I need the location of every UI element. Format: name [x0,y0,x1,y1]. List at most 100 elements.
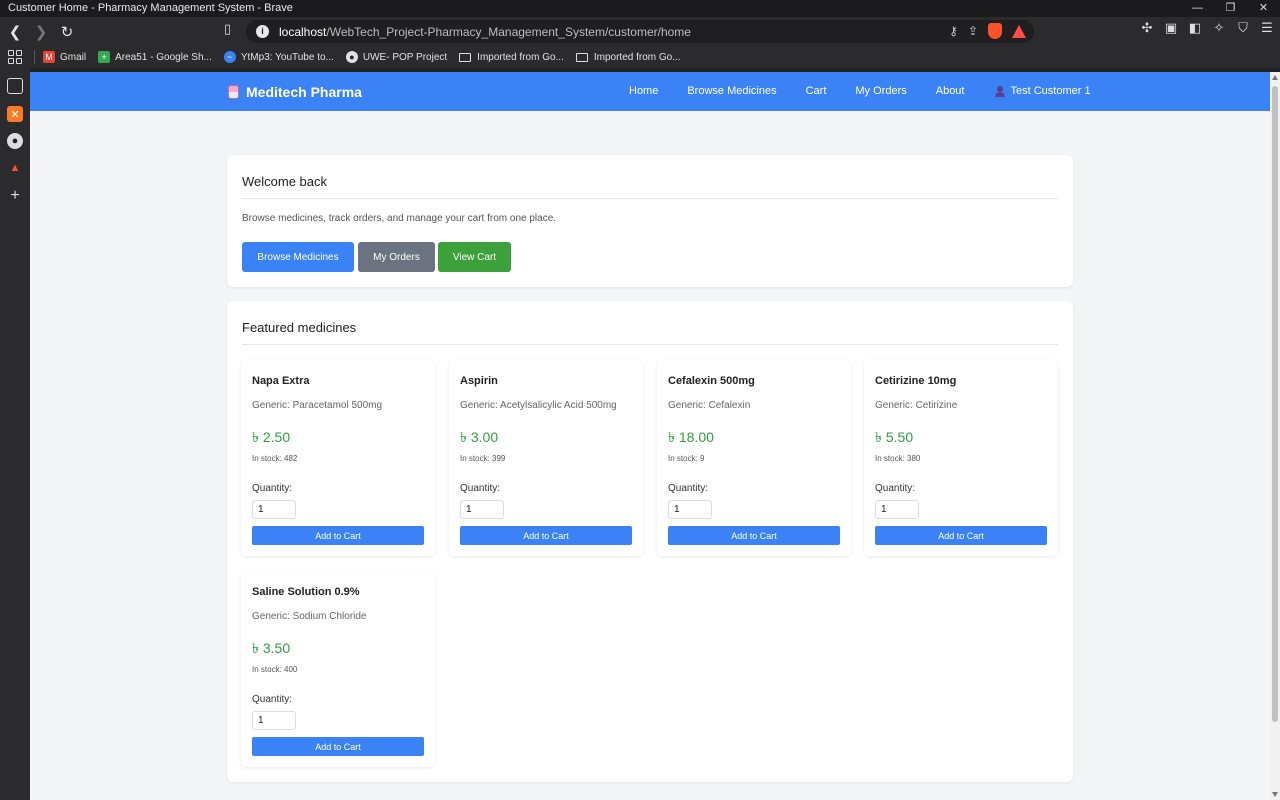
address-bar-actions: ⚷ ⇪ [949,23,1026,39]
add-to-cart-button[interactable]: Add to Cart [875,526,1047,545]
menu-icon[interactable]: ☰ [1260,21,1274,35]
vpn-icon[interactable]: ⛉ [1236,21,1250,35]
browse-medicines-button[interactable]: Browse Medicines [242,242,354,272]
welcome-divider [242,198,1058,199]
nav-home[interactable]: Home [629,85,658,97]
add-to-cart-button[interactable]: Add to Cart [668,526,840,545]
main-nav: Home Browse Medicines Cart My Orders Abo… [629,85,1091,97]
product-generic: Generic: Sodium Chloride [252,611,367,622]
welcome-title: Welcome back [242,174,328,189]
product-stock: In stock: 380 [875,454,921,463]
folder-icon [575,52,588,62]
nav-user-account[interactable]: Test Customer 1 [995,85,1091,97]
quantity-input[interactable] [460,500,504,519]
quantity-label: Quantity: [875,483,916,494]
view-cart-button[interactable]: View Cart [438,242,511,272]
product-price: ৳ 5.50 [875,429,914,445]
featured-divider [242,344,1058,345]
window-title: Customer Home - Pharmacy Management Syst… [8,2,293,14]
my-orders-button[interactable]: My Orders [358,242,435,272]
reload-icon[interactable]: ↻ [56,21,78,43]
product-name: Napa Extra [252,375,310,387]
brave-shields-icon[interactable] [988,23,1002,39]
bookmark-area51[interactable]: + Area51 - Google Sh... [98,51,212,63]
window-controls: — ❐ ✕ [1181,0,1280,17]
minimize-button[interactable]: — [1181,0,1214,17]
brand-name: Meditech Pharma [246,84,362,100]
quantity-label: Quantity: [252,483,293,494]
add-to-cart-button[interactable]: Add to Cart [252,526,424,545]
forward-arrow-icon[interactable]: ❯ [30,21,52,43]
product-stock: In stock: 482 [252,454,298,463]
product-generic: Generic: Acetylsalicylic Acid 500mg [460,400,617,411]
brand-logo[interactable]: Meditech Pharma [228,84,362,100]
url-path: /WebTech_Project-Pharmacy_Management_Sys… [326,24,691,39]
sidebar-toggle-icon[interactable]: ◧ [1188,21,1202,35]
gmail-icon: M [43,51,55,63]
share-icon[interactable]: ⇪ [968,24,978,38]
restore-button[interactable]: ❐ [1214,0,1247,17]
back-arrow-icon[interactable]: ❮ [4,21,26,43]
bookmark-uwe-pop[interactable]: ● UWE- POP Project [345,51,447,63]
quantity-input[interactable] [875,500,919,519]
bookmark-ytmp3[interactable]: ~ YtMp3: YouTube to... [223,51,334,63]
bookmark-page-icon[interactable]: ▯ [224,21,231,37]
bookmark-folder-imported-2[interactable]: Imported from Go... [575,52,681,63]
add-to-cart-button[interactable]: Add to Cart [460,526,632,545]
nav-my-orders[interactable]: My Orders [855,85,906,97]
product-name: Saline Solution 0.9% [252,586,360,598]
nav-browse-medicines[interactable]: Browse Medicines [687,85,776,97]
close-button[interactable]: ✕ [1247,0,1280,17]
product-generic: Generic: Cefalexin [668,400,751,411]
reader-mode-icon[interactable]: ▣ [1164,21,1178,35]
user-name: Test Customer 1 [1010,85,1091,97]
bookmark-folder-imported-1[interactable]: Imported from Go... [459,52,564,63]
ytmp3-icon: ~ [223,51,236,63]
product-card: Saline Solution 0.9% Generic: Sodium Chl… [241,571,435,767]
browser-sidebar: ✕ ● ▲ + [0,68,30,800]
github-sidebar-icon[interactable]: ● [7,133,23,149]
page-scrollbar[interactable] [1270,72,1280,800]
add-panel-icon[interactable]: + [7,187,23,204]
product-card: Cetirizine 10mg Generic: Cetirizine ৳ 5.… [864,360,1058,556]
featured-medicines-card: Featured medicines Napa Extra Generic: P… [227,301,1073,782]
product-name: Cetirizine 10mg [875,375,957,387]
quantity-input[interactable] [252,500,296,519]
apps-grid-icon[interactable] [8,50,22,64]
quantity-label: Quantity: [668,483,709,494]
product-price: ৳ 3.00 [460,429,499,445]
scroll-down-icon[interactable] [1272,792,1278,797]
nav-cart[interactable]: Cart [806,85,827,97]
product-name: Cefalexin 500mg [668,375,755,387]
product-stock: In stock: 9 [668,454,705,463]
nav-about[interactable]: About [936,85,965,97]
address-bar[interactable]: i localhost/WebTech_Project-Pharmacy_Man… [246,20,1034,43]
quantity-input[interactable] [252,711,296,730]
quantity-input[interactable] [668,500,712,519]
product-card: Cefalexin 500mg Generic: Cefalexin ৳ 18.… [657,360,851,556]
product-card: Napa Extra Generic: Paracetamol 500mg ৳ … [241,360,435,556]
extensions-icon[interactable]: ✣ [1140,21,1154,35]
url-host: localhost [279,24,327,39]
site-info-icon[interactable]: i [256,25,269,38]
product-name: Aspirin [460,375,498,387]
scroll-up-icon[interactable] [1272,75,1278,80]
quantity-label: Quantity: [252,694,293,705]
product-price: ৳ 3.50 [252,640,291,656]
sidebar-panel-icon[interactable] [7,78,23,94]
key-icon[interactable]: ⚷ [949,24,958,38]
welcome-text: Browse medicines, track orders, and mana… [242,213,557,224]
user-icon [995,85,1006,97]
product-price: ৳ 18.00 [668,429,714,445]
bookmarks-bar: M Gmail + Area51 - Google Sh... ~ YtMp3: Yo… [0,46,1280,68]
brave-news-icon[interactable]: ▲ [7,160,23,176]
sheets-icon: + [98,51,111,63]
leo-ai-icon[interactable]: ✧ [1212,21,1226,35]
add-to-cart-button[interactable]: Add to Cart [252,737,424,756]
product-price: ৳ 2.50 [252,429,291,445]
product-generic: Generic: Cetirizine [875,400,958,411]
bookmark-gmail[interactable]: M Gmail [43,51,86,63]
xampp-icon[interactable]: ✕ [7,106,23,122]
scrollbar-thumb[interactable] [1272,86,1278,722]
brave-rewards-icon[interactable] [1012,24,1026,38]
